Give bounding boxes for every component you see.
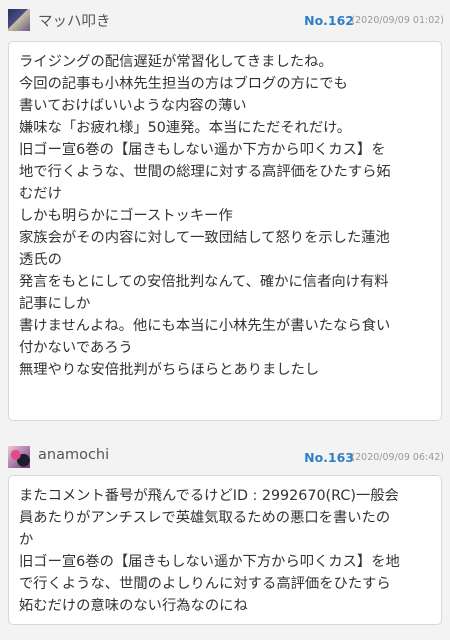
comment-text: ライジングの配信遅延が常習化してきましたね。 今回の記事も小林先生担当の方はブロ… <box>19 54 391 378</box>
comment-date: (2020/09/09 01:02) <box>351 15 444 26</box>
user-avatar-image[interactable] <box>8 446 30 468</box>
comment-number[interactable]: No.163 <box>304 450 354 465</box>
username[interactable]: マッハ叩き <box>38 10 111 31</box>
username[interactable]: anamochi <box>38 447 109 463</box>
comment-162: マッハ叩き No.162 (2020/09/09 01:02) ライジングの配信… <box>0 0 450 421</box>
comment-date: (2020/09/09 06:42) <box>351 452 444 463</box>
comment-number[interactable]: No.162 <box>304 13 354 28</box>
comment-text: またコメント番号が飛んでるけどID : 2992670(RC)一般会 員あたりが… <box>19 488 400 614</box>
comment-header: anamochi No.163 (2020/09/09 06:42) <box>0 437 450 475</box>
comment-body: またコメント番号が飛んでるけどID : 2992670(RC)一般会 員あたりが… <box>8 475 442 625</box>
comment-163: anamochi No.163 (2020/09/09 06:42) またコメン… <box>0 437 450 625</box>
comment-header: マッハ叩き No.162 (2020/09/09 01:02) <box>0 0 450 38</box>
user-avatar-image[interactable] <box>8 9 30 31</box>
comment-body: ライジングの配信遅延が常習化してきましたね。 今回の記事も小林先生担当の方はブロ… <box>8 41 442 421</box>
